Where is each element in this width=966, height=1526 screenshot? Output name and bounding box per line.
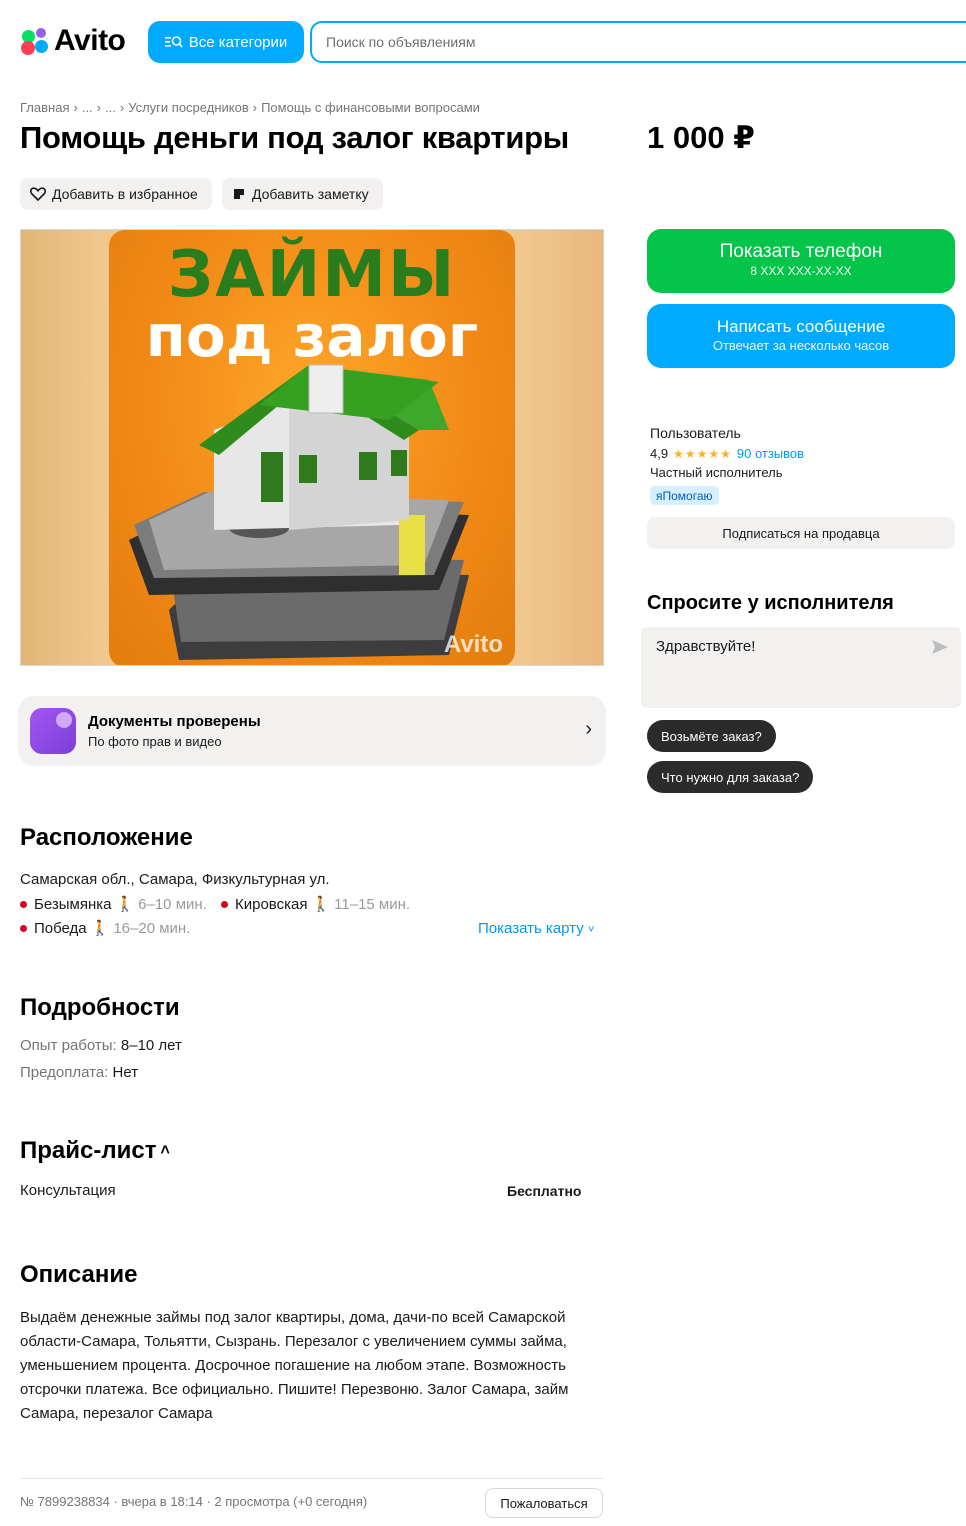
param-prepayment: Предоплата: Нет (20, 1064, 138, 1081)
photo-watermark: Avito (443, 631, 503, 658)
search-field[interactable] (310, 21, 966, 63)
add-note-button[interactable]: Добавить заметку (222, 178, 383, 210)
page-title: Помощь деньги под залог квартиры (20, 120, 569, 155)
location-heading: Расположение (20, 824, 193, 851)
metro-station-name: Кировская (235, 895, 308, 913)
listing-photo-gallery[interactable]: ЗАЙМЫ под залог Avito (20, 229, 604, 666)
write-message-label: Написать сообщение (716, 317, 886, 336)
metro-station: Победа 🚶 16–20 мин. (20, 919, 190, 937)
listing-photo[interactable]: ЗАЙМЫ под залог Avito (109, 230, 515, 665)
show-phone-button[interactable]: Показать телефон 8 XXX XXX-XX-XX (647, 229, 955, 293)
seller-rating: 4,9 ★★★★★ 90 отзывов (650, 446, 804, 461)
show-phone-label: Показать телефон (719, 241, 883, 262)
param-experience: Опыт работы: 8–10 лет (20, 1037, 182, 1054)
all-categories-button[interactable]: Все категории (148, 21, 304, 63)
documents-verified-card[interactable]: Документы проверены По фото прав и видео… (18, 696, 606, 766)
all-categories-label: Все категории (188, 33, 288, 51)
description-line: отсрочки платежа. Все официально. Пишите… (20, 1381, 569, 1398)
metro-station-name: Безымянка (34, 895, 112, 913)
metro-icon (221, 900, 228, 908)
pricelist-item-price: Бесплатно (507, 1183, 582, 1199)
quick-reply-button[interactable]: Что нужно для заказа? (647, 761, 814, 793)
show-map-link[interactable]: Показать карту ˅ (478, 920, 594, 937)
description-text: Выдаём денежные займы под залог квартиры… (20, 1306, 610, 1426)
walking-icon: 🚶 (115, 896, 135, 913)
breadcrumb-ellipsis[interactable]: ... (82, 100, 93, 115)
add-note-label: Добавить заметку (252, 186, 369, 202)
description-line: Самара, перезалог Самара (20, 1405, 213, 1422)
breadcrumb-financial-help[interactable]: Помощь с финансовыми вопросами (261, 100, 480, 115)
description-line: области-Самара, Тольятти, Сызрань. Перез… (20, 1333, 567, 1350)
reviews-link[interactable]: 90 отзывов (737, 446, 804, 461)
chevron-right-icon: › (585, 718, 592, 740)
metro-station: Кировская 🚶 11–15 мин. (221, 895, 410, 913)
breadcrumb-intermediary-services[interactable]: Услуги посредников (128, 100, 249, 115)
seller-name[interactable]: Пользователь (650, 425, 741, 441)
chevron-down-icon: ˅ (587, 924, 595, 936)
phone-mask: 8 XXX XXX-XX-XX (750, 264, 852, 278)
seller-type: Частный исполнитель (650, 465, 783, 480)
message-input[interactable]: Здравствуйте! (641, 627, 961, 708)
breadcrumb-home[interactable]: Главная (20, 100, 69, 115)
logo-icon (20, 26, 50, 56)
metro-walk-time: 16–20 мин. (113, 919, 191, 937)
metro-station: Безымянка 🚶 6–10 мин. (20, 895, 207, 913)
param-value: 8–10 лет (120, 1037, 182, 1054)
complain-button[interactable]: Пожаловаться (485, 1488, 603, 1518)
metro-station-name: Победа (34, 919, 87, 937)
breadcrumb: Главная › ... › ... › Услуги посредников… (20, 100, 480, 115)
documents-subtitle: По фото прав и видео (88, 734, 222, 749)
menu-search-icon (164, 36, 183, 48)
description-line: уменьшением процента. Досрочное погашени… (20, 1357, 566, 1374)
add-to-favorites-button[interactable]: Добавить в избранное (20, 178, 212, 210)
breadcrumb-separator: › (96, 100, 102, 115)
ask-heading: Спросите у исполнителя (647, 592, 894, 614)
listing-price: 1 000 ₽ (647, 120, 755, 155)
message-text: Здравствуйте! (656, 638, 756, 655)
avito-logo[interactable]: Avito (20, 24, 126, 58)
breadcrumb-separator: › (73, 100, 78, 115)
metro-icon (20, 924, 27, 932)
walking-icon: 🚶 (90, 920, 110, 937)
rating-value: 4,9 (650, 446, 669, 461)
pricelist-item-name: Консультация (20, 1182, 116, 1199)
quick-reply-button[interactable]: Возьмёте заказ? (647, 720, 776, 752)
address: Самарская обл., Самара, Физкультурная ул… (20, 871, 330, 888)
search-input[interactable] (326, 34, 966, 50)
param-key: Предоплата: (20, 1064, 109, 1081)
response-time: Отвечает за несколько часов (712, 338, 890, 353)
verified-documents-icon (30, 708, 76, 754)
param-value: Нет (112, 1064, 139, 1081)
divider (20, 1478, 604, 1479)
param-key: Опыт работы: (20, 1037, 117, 1054)
documents-title: Документы проверены (88, 713, 261, 730)
show-map-label: Показать карту (478, 920, 584, 937)
send-icon[interactable] (931, 639, 949, 655)
rating-stars-icon: ★★★★★ (673, 446, 732, 461)
heart-icon (30, 187, 46, 201)
chevron-up-icon: ˄ (160, 1142, 170, 1159)
pricelist-heading: Прайс-лист (20, 1137, 157, 1164)
note-icon (234, 189, 244, 199)
subscribe-seller-button[interactable]: Подписаться на продавца (647, 517, 955, 549)
metro-walk-time: 6–10 мин. (138, 895, 207, 913)
details-heading: Подробности (20, 994, 180, 1021)
seller-badge[interactable]: яПомогаю (650, 486, 719, 505)
breadcrumb-separator: › (119, 100, 125, 115)
description-line: Выдаём денежные займы под залог квартиры… (20, 1309, 566, 1326)
add-to-favorites-label: Добавить в избранное (52, 186, 198, 202)
pricelist-toggle[interactable]: Прайс-лист ˄ (20, 1137, 170, 1165)
write-message-button[interactable]: Написать сообщение Отвечает за несколько… (647, 304, 955, 368)
walking-icon: 🚶 (311, 896, 331, 913)
logo-text: Avito (54, 24, 126, 57)
metro-walk-time: 11–15 мин. (334, 895, 411, 913)
description-heading: Описание (20, 1261, 138, 1288)
listing-meta: № 7899238834 · вчера в 18:14 · 2 просмот… (20, 1494, 368, 1509)
breadcrumb-separator: › (252, 100, 258, 115)
house-on-money-illustration (129, 364, 469, 660)
metro-icon (20, 900, 27, 908)
breadcrumb-ellipsis[interactable]: ... (105, 100, 116, 115)
